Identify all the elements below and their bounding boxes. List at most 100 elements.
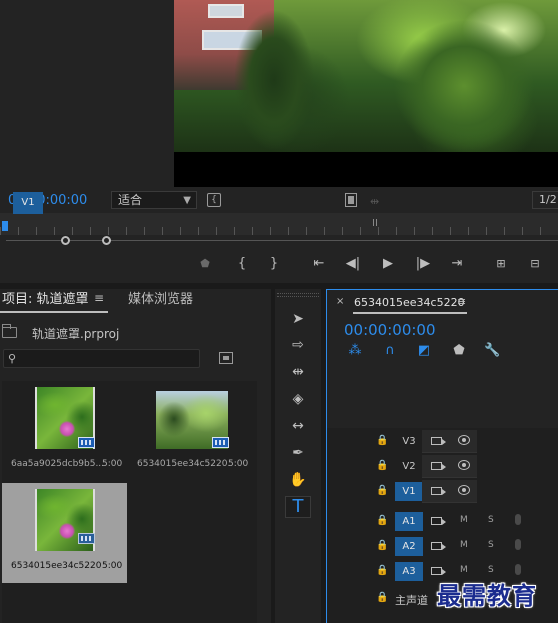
snap-icon[interactable]: ∩ xyxy=(382,343,398,359)
linked-selection-icon[interactable]: ◩ xyxy=(416,343,432,359)
playhead[interactable] xyxy=(2,221,8,231)
sync-lock-icon[interactable] xyxy=(431,567,446,575)
mark-out-icon[interactable]: } xyxy=(268,252,280,276)
sync-lock-icon[interactable] xyxy=(431,462,446,470)
panel-grip[interactable] xyxy=(277,293,319,297)
mute-button[interactable]: M xyxy=(460,565,468,575)
zoom-handle-right[interactable] xyxy=(102,236,111,245)
fit-select[interactable]: 适合 ▼ xyxy=(111,191,197,209)
source-patch-v1[interactable]: V1 xyxy=(13,192,43,214)
sequence-icon xyxy=(78,533,95,544)
sync-lock-icon[interactable] xyxy=(431,517,446,525)
sync-lock-icon[interactable] xyxy=(431,437,446,445)
lock-icon[interactable]: 🔒 xyxy=(376,460,388,471)
mic-icon[interactable] xyxy=(515,514,521,525)
master-track-label: 主声道 xyxy=(395,594,428,607)
go-to-in-icon[interactable]: ⇤ xyxy=(310,252,328,276)
insert-icon[interactable]: ⊞ xyxy=(490,252,512,276)
ruler-ticks xyxy=(0,227,558,235)
search-icon: ⚲ xyxy=(8,352,17,365)
mic-icon[interactable] xyxy=(515,539,521,550)
active-tab-indicator xyxy=(0,311,108,313)
film-icon[interactable] xyxy=(345,193,357,207)
ripple-edit-tool-icon[interactable]: ⇹ xyxy=(285,361,311,383)
extract-icon[interactable]: ⇹ xyxy=(370,195,379,208)
track-select-tool-icon[interactable]: ⇨ xyxy=(285,334,311,356)
video-letterbox xyxy=(174,152,558,187)
project-item[interactable]: 6534015ee34c5220... 5:00 xyxy=(128,381,253,481)
zoom-handle-left[interactable] xyxy=(61,236,70,245)
sequence-tab[interactable]: 6534015ee34c5220 xyxy=(354,296,465,309)
tab-project[interactable]: 项目: 轨道遮罩 xyxy=(0,289,89,313)
timeline-timecode[interactable]: 00:00:00:00 xyxy=(344,321,436,339)
eye-icon[interactable] xyxy=(458,485,470,495)
track-name[interactable]: V1 xyxy=(395,482,423,501)
mute-button[interactable]: M xyxy=(460,540,468,550)
track-v2: 🔒 V2 xyxy=(327,455,558,478)
track-v1: 🔒 V1 xyxy=(327,480,558,503)
close-icon[interactable]: × xyxy=(336,296,344,307)
panel-menu-icon[interactable]: ≡ xyxy=(94,291,104,305)
track-name[interactable]: V2 xyxy=(395,457,423,476)
program-video-frame xyxy=(174,0,558,152)
mark-in-icon[interactable]: { xyxy=(236,252,248,276)
zoom-scrollbar[interactable] xyxy=(0,236,558,245)
transport-controls: ⬟ { } ⇤ ◀| ▶ |▶ ⇥ ⊞ ⊟ xyxy=(0,252,558,276)
track-a2: 🔒 A2 M S xyxy=(327,535,558,558)
solo-button[interactable]: S xyxy=(488,565,494,575)
clip-duration: 5:00 xyxy=(102,459,123,469)
zoom-track xyxy=(6,240,558,241)
step-back-icon[interactable]: ◀| xyxy=(344,252,362,276)
nest-icon[interactable]: ⁂ xyxy=(347,343,363,359)
step-forward-icon[interactable]: |▶ xyxy=(414,252,432,276)
eye-icon[interactable] xyxy=(458,435,470,445)
track-a1: 🔒 A1 M S xyxy=(327,510,558,533)
lock-icon[interactable]: 🔒 xyxy=(376,540,388,551)
mute-button[interactable]: M xyxy=(460,515,468,525)
lock-icon[interactable]: 🔒 xyxy=(376,592,388,603)
active-tab-indicator xyxy=(353,312,467,314)
lock-icon[interactable]: 🔒 xyxy=(376,565,388,576)
sync-lock-icon[interactable] xyxy=(431,487,446,495)
type-tool-icon[interactable]: T xyxy=(285,496,311,518)
eye-icon[interactable] xyxy=(458,460,470,470)
program-monitor: 01:00:00:00 适合 ▼ { ⇹ 1/2 ⬟ { } ⇤ ◀| ▶ |▶… xyxy=(0,0,558,283)
wrench-icon[interactable]: 🔧 xyxy=(484,343,500,359)
track-name[interactable]: A1 xyxy=(395,512,423,531)
go-to-out-icon[interactable]: ⇥ xyxy=(448,252,466,276)
clip-name: 6aa5a9025dcb9b5... xyxy=(11,459,105,469)
overwrite-icon[interactable]: ⊟ xyxy=(524,252,546,276)
project-item[interactable]: 6aa5a9025dcb9b5... 5:00 xyxy=(2,381,127,481)
slip-tool-icon[interactable]: ↔ xyxy=(285,415,311,437)
solo-button[interactable]: S xyxy=(488,515,494,525)
pen-tool-icon[interactable]: ✒ xyxy=(285,442,311,464)
track-name[interactable]: A2 xyxy=(395,537,423,556)
sync-lock-icon[interactable] xyxy=(431,542,446,550)
new-bin-icon[interactable] xyxy=(219,352,233,364)
play-icon[interactable]: ▶ xyxy=(380,252,396,276)
panel-menu-icon[interactable]: ≡ xyxy=(457,295,466,308)
watermark-logo: 最需教育 xyxy=(437,581,537,610)
hand-tool-icon[interactable]: ✋ xyxy=(285,469,311,491)
video-clip-icon xyxy=(212,437,229,448)
track-v3: 🔒 V3 xyxy=(327,430,558,453)
track-name[interactable]: V3 xyxy=(395,432,423,451)
solo-button[interactable]: S xyxy=(488,540,494,550)
settings-icon[interactable]: { xyxy=(207,193,221,207)
selection-tool-icon[interactable]: ➤ xyxy=(285,308,311,330)
search-input[interactable]: ⚲ xyxy=(3,349,200,368)
lock-icon[interactable]: 🔒 xyxy=(376,485,388,496)
add-marker-icon[interactable]: ⬟ xyxy=(451,343,467,359)
track-name[interactable]: A3 xyxy=(395,562,423,581)
time-ruler[interactable] xyxy=(0,213,558,235)
resolution-select[interactable]: 1/2 xyxy=(532,191,558,209)
project-item-selected[interactable]: 6534015ee34c5220 5:00 xyxy=(2,483,127,583)
mic-icon[interactable] xyxy=(515,564,521,575)
chevron-down-icon: ▼ xyxy=(183,195,191,206)
tab-media-browser[interactable]: 媒体浏览器 xyxy=(128,289,193,313)
razor-tool-icon[interactable]: ◈ xyxy=(285,388,311,410)
marker-icon[interactable]: ⬟ xyxy=(198,252,212,276)
lock-icon[interactable]: 🔒 xyxy=(376,435,388,446)
video-tree xyxy=(394,20,534,152)
lock-icon[interactable]: 🔒 xyxy=(376,515,388,526)
